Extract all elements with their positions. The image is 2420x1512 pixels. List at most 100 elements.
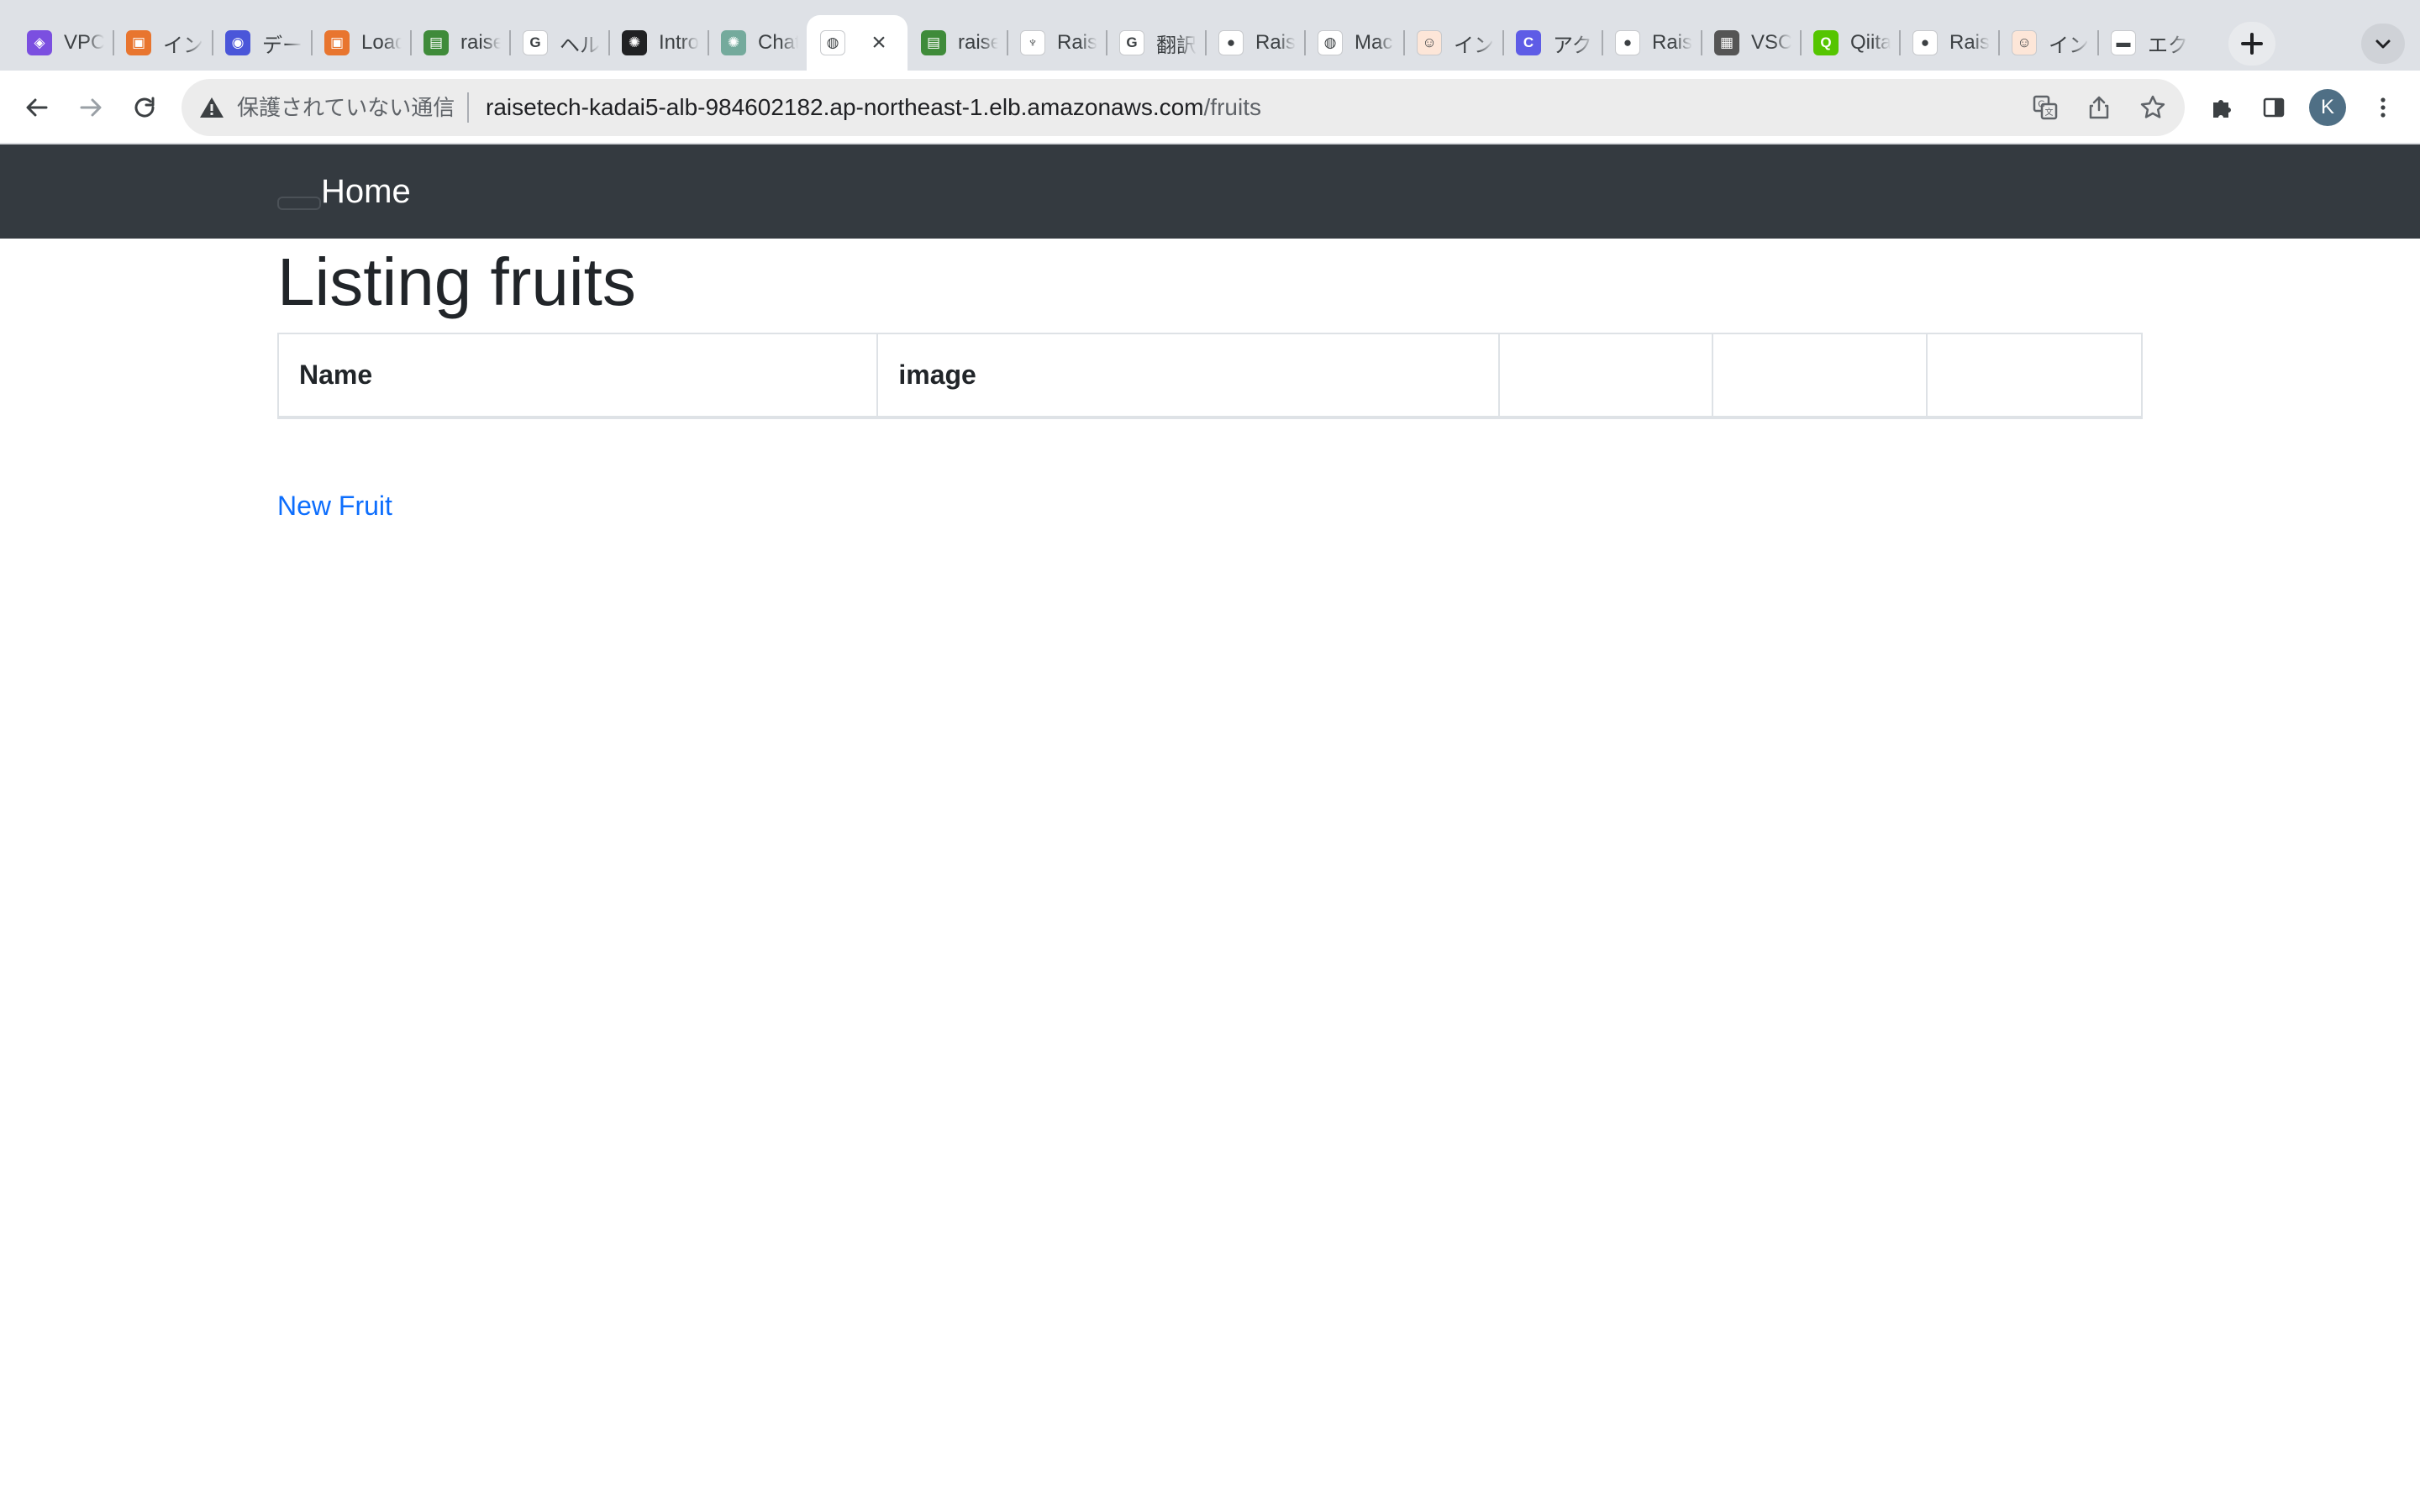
tab-title: データベース <box>262 34 302 57</box>
site-navbar: Home <box>0 144 2420 239</box>
column-header-empty <box>1497 333 1714 419</box>
tab[interactable]: ▦ VSCode <box>1701 15 1800 71</box>
tab[interactable]: ✺ Introducing <box>608 15 708 71</box>
svg-text:文: 文 <box>2045 107 2054 118</box>
address-bar[interactable]: 保護されていない通信 raisetech-kadai5-alb-98460218… <box>182 79 2185 136</box>
tab[interactable]: ▣ インスタンス <box>113 15 212 71</box>
forward-arrow-icon <box>80 98 102 117</box>
globe-icon: ◍ <box>1318 30 1343 55</box>
side-panel-button[interactable] <box>2252 86 2296 129</box>
tab-title: 翻訳 <box>1156 34 1197 57</box>
tab[interactable]: ▤ raisetech <box>908 15 1007 71</box>
forward-button[interactable] <box>69 86 113 129</box>
url-text[interactable]: raisetech-kadai5-alb-984602182.ap-northe… <box>486 94 1261 121</box>
vscode-icon: ▦ <box>1714 30 1739 55</box>
tab-title: ヘルスチェック <box>560 34 600 57</box>
tab-list: ◈ VPC ▣ インスタンス ◉ データベース ▣ Load balancers ▤ raiset… <box>13 15 2196 71</box>
tab[interactable]: ● RaiseTech <box>1602 15 1701 71</box>
tab[interactable]: ▬ エクス <box>2097 15 2196 71</box>
github-icon: ● <box>1615 30 1640 55</box>
tab[interactable]: ✺ ChatGPT <box>708 15 807 71</box>
google-icon: G <box>523 30 548 55</box>
tab[interactable]: ● RaiseTech <box>1205 15 1304 71</box>
close-tab-icon[interactable]: × <box>865 29 892 56</box>
tab[interactable]: ☺ インフラ <box>1998 15 2097 71</box>
irasutoya-icon: ☺ <box>2012 30 2037 55</box>
tab-title: ChatGPT <box>758 31 798 54</box>
plus-icon <box>2241 33 2263 55</box>
fruits-table: Name image <box>276 333 2143 419</box>
page-icon: ▬ <box>2111 30 2136 55</box>
column-header-image: image <box>876 333 1500 419</box>
openai-icon: ✺ <box>622 30 647 55</box>
kebab-menu-icon <box>2381 97 2386 118</box>
extensions-button[interactable] <box>2200 86 2244 129</box>
side-panel-icon <box>2263 97 2285 118</box>
ec2-icon: ▣ <box>324 30 350 55</box>
raisetech-icon: ♆ <box>1020 30 1045 55</box>
tab-title: raisetech <box>460 31 501 54</box>
rds-icon: ◉ <box>225 30 250 55</box>
new-tab-button[interactable] <box>2228 22 2275 66</box>
c-icon: C <box>1516 30 1541 55</box>
tab[interactable]: ▤ raisetech <box>410 15 509 71</box>
browser-toolbar: 保護されていない通信 raisetech-kadai5-alb-98460218… <box>0 71 2420 144</box>
profile-avatar[interactable]: K <box>2309 89 2346 126</box>
new-fruit-link[interactable]: New Fruit <box>277 489 392 522</box>
back-arrow-icon <box>26 98 48 117</box>
tab-title: インフラ <box>2049 34 2089 57</box>
tab-title: アクセス <box>1553 34 1593 57</box>
tab-title: RaiseTech <box>1949 31 1990 54</box>
s3-icon: ▤ <box>921 30 946 55</box>
tab-title: Load balancers <box>361 31 402 54</box>
tab[interactable]: Q Qiita <box>1800 15 1899 71</box>
share-icon[interactable] <box>2084 92 2114 123</box>
tab[interactable]: ▣ Load balancers <box>311 15 410 71</box>
page-title: Listing fruits <box>277 244 636 319</box>
reload-button[interactable] <box>123 86 166 129</box>
tab-title: raisetech <box>958 31 998 54</box>
tab-title: インスタンス <box>163 34 203 57</box>
tab[interactable]: ♆ RaiseTech <box>1007 15 1106 71</box>
navbar-toggler[interactable] <box>277 197 321 210</box>
tab-title: RaiseTech <box>1652 31 1692 54</box>
tab-title: VPC <box>64 31 104 54</box>
ec2-icon: ▣ <box>126 30 151 55</box>
chevron-down-icon <box>2375 39 2391 49</box>
tab-title: Introducing <box>659 31 699 54</box>
google-icon: G <box>1119 30 1144 55</box>
url-path: /fruits <box>1203 94 1261 120</box>
github-icon: ● <box>1218 30 1244 55</box>
table-header-row: Name image <box>276 333 2143 419</box>
tab-title: RaiseTech <box>1255 31 1296 54</box>
tab[interactable]: C アクセス <box>1502 15 1602 71</box>
tab[interactable]: ◈ VPC <box>13 15 113 71</box>
column-header-empty <box>1712 333 1928 419</box>
omnibox-divider <box>467 92 469 123</box>
home-link[interactable]: Home <box>321 171 411 212</box>
tab[interactable]: G ヘルスチェック <box>509 15 608 71</box>
irasutoya-icon: ☺ <box>1417 30 1442 55</box>
tab[interactable]: ● RaiseTech <box>1899 15 1998 71</box>
back-button[interactable] <box>15 86 59 129</box>
vpc-icon: ◈ <box>27 30 52 55</box>
globe-icon: ◍ <box>820 30 845 55</box>
tab-active[interactable]: ◍ × <box>807 15 908 71</box>
column-header-empty <box>1926 333 2143 419</box>
browser-menu-button[interactable] <box>2361 86 2405 129</box>
tab[interactable]: ◉ データベース <box>212 15 311 71</box>
tab[interactable]: ☺ インフラ <box>1403 15 1502 71</box>
qiita-icon: Q <box>1813 30 1839 55</box>
tab-search-button[interactable] <box>2361 24 2405 64</box>
tab-title: Mac <box>1355 31 1393 54</box>
tab[interactable]: G 翻訳 <box>1106 15 1205 71</box>
s3-icon: ▤ <box>424 30 449 55</box>
url-host: raisetech-kadai5-alb-984602182.ap-northe… <box>486 94 1204 120</box>
chatgpt-icon: ✺ <box>721 30 746 55</box>
bookmark-star-icon[interactable] <box>2138 92 2168 123</box>
warning-icon[interactable] <box>198 94 225 121</box>
github-icon: ● <box>1912 30 1938 55</box>
translate-icon[interactable]: G 文 <box>2030 92 2060 123</box>
security-status-label[interactable]: 保護されていない通信 <box>237 94 455 121</box>
tab[interactable]: ◍ Mac <box>1304 15 1403 71</box>
